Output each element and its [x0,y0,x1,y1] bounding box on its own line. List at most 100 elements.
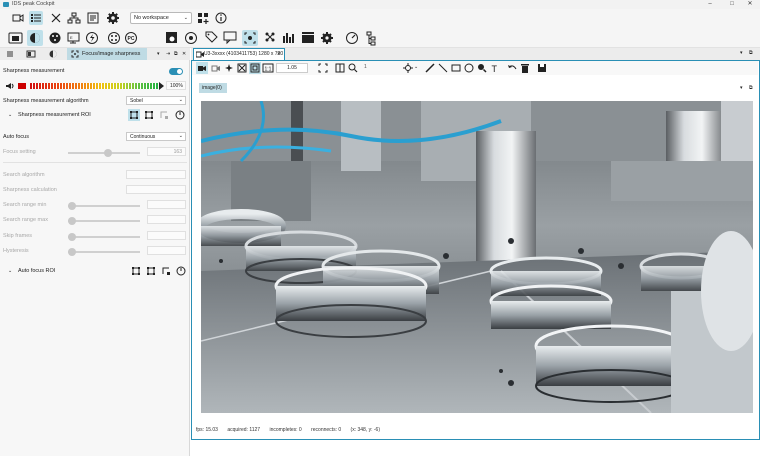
sharpness-measurement-toggle[interactable] [169,68,183,75]
search-range-min-field[interactable] [147,200,186,209]
tab-menu-icon[interactable]: ▾ [157,48,165,60]
document-icon[interactable] [86,11,100,25]
network-icon[interactable] [67,11,81,25]
close-window-button[interactable]: ✕ [740,0,760,9]
hysteresis-slider[interactable] [68,251,140,253]
trash-icon[interactable] [519,62,531,74]
fps-readout: fps: 15.03 [196,427,218,433]
sparkle-icon[interactable] [223,62,235,74]
monitor-icon[interactable]: E [67,32,80,44]
skip-frames-field[interactable] [147,231,186,240]
clapper-icon[interactable] [302,32,314,43]
tab-contrast[interactable] [48,48,58,60]
search-range-max-knob[interactable] [68,217,76,225]
skip-frames-knob[interactable] [68,233,76,241]
camera-icon[interactable] [11,11,25,25]
crosshair-icon[interactable] [402,62,414,74]
info-icon[interactable] [214,11,228,25]
video-icon[interactable] [8,32,23,44]
pc-icon[interactable]: PC [125,32,137,44]
sharpness-algorithm-select[interactable]: Sobel ⌄ [126,96,186,105]
status-bar: fps: 15.03 acquired: 1127 incompletes: 0… [196,427,756,437]
close-tab-icon[interactable]: ✕ [277,49,281,60]
tab-menu-icon[interactable]: ▾ [740,50,743,56]
af-roi-edit-icon[interactable] [145,265,157,277]
skip-frames-slider[interactable] [68,236,140,238]
focus-setting-value[interactable]: 163 [147,147,186,156]
record-icon[interactable] [210,62,222,74]
roi-reset-icon[interactable] [174,109,186,121]
pen-icon[interactable] [424,62,436,74]
minimize-button[interactable]: – [700,0,720,9]
tree-icon[interactable] [366,31,376,46]
nodes-icon[interactable] [265,32,275,42]
auto-focus-select[interactable]: Continuous ⌄ [126,132,186,141]
float-icon[interactable]: ⧉ [749,50,753,56]
maximize-button[interactable]: □ [722,0,742,9]
skip-frames-label: Skip frames [3,233,33,239]
speaker-icon[interactable] [5,82,15,90]
close-panel-icon[interactable]: ✕ [182,48,190,60]
float-icon[interactable]: ⧉ [174,48,182,60]
camera-image[interactable] [201,101,753,413]
gear-icon[interactable] [321,32,333,44]
magnify-icon[interactable] [476,62,488,74]
list-icon[interactable] [29,11,43,25]
af-roi-add-icon[interactable] [160,265,172,277]
undo-icon[interactable] [506,62,518,74]
gear-icon[interactable] [106,11,120,25]
dots-circle-icon[interactable] [108,32,120,44]
fit-window-icon[interactable] [249,62,261,74]
left-panel: Focus/image sharpness ▾ ⇥ ⧉ ✕ Sharpness … [0,48,190,456]
search-range-min-slider[interactable] [68,205,140,207]
image-tab[interactable]: image(0) [199,83,227,93]
rectangle-icon[interactable] [450,62,462,74]
search-algorithm-field[interactable] [126,170,186,179]
add-workspace-icon[interactable] [196,11,210,25]
hysteresis-field[interactable] [147,246,186,255]
gauge-icon[interactable] [346,32,358,44]
fit-box-icon[interactable] [236,62,248,74]
search-range-min-knob[interactable] [68,202,76,210]
main-toolbar: No workspace ⌄ [0,9,760,27]
chevron-down-icon[interactable]: ⌄ [414,64,418,70]
bars-icon[interactable] [283,33,294,43]
line-icon[interactable] [437,62,449,74]
close-icon[interactable] [49,11,63,25]
pin-icon[interactable]: ⇥ [166,48,174,60]
actual-size-icon[interactable]: 1:1 [262,62,274,74]
sharpness-calculation-field[interactable] [126,185,186,194]
focus-area-icon[interactable] [242,30,258,46]
focus-setting-slider-knob[interactable] [103,149,112,157]
fullscreen-icon[interactable] [317,62,329,74]
tab-camera-view[interactable]: U3-3xxxx (4103411753) 1280 x 720 ✕ [193,48,285,60]
collapse-chevron-icon[interactable]: ⌄ [8,112,12,118]
search-range-max-field[interactable] [147,215,186,224]
tab-monitor[interactable] [26,48,36,60]
af-roi-select-icon[interactable] [130,265,142,277]
tab-list[interactable] [5,48,15,60]
workspace-select[interactable]: No workspace ⌄ [130,12,192,24]
af-roi-reset-icon[interactable] [175,265,187,277]
tab-focus-image-sharpness[interactable]: Focus/image sharpness [67,48,147,60]
roi-edit-icon[interactable] [143,109,155,121]
save-icon[interactable] [536,62,548,74]
image-float-icon[interactable]: ⧉ [749,85,753,91]
live-video-icon[interactable] [196,62,208,74]
contrast-icon[interactable] [27,30,43,46]
palette-icon[interactable] [49,32,61,44]
lightning-icon[interactable] [86,32,98,44]
zoom-area-icon[interactable] [334,62,346,74]
roi-select-icon[interactable] [128,109,140,121]
zoom-icon[interactable] [347,62,359,74]
sharpness-measurement-label: Sharpness measurement [3,68,65,74]
hysteresis-knob[interactable] [68,248,76,256]
circle-icon[interactable] [463,62,475,74]
collapse-chevron-icon[interactable]: ⌄ [8,268,12,274]
image-tab-menu-icon[interactable]: ▾ [740,85,743,91]
roi-add-icon[interactable] [158,109,170,121]
search-range-max-slider[interactable] [68,220,140,222]
acquired-readout: acquired: 1127 [227,427,261,433]
zoom-input[interactable]: 1.05 [276,63,308,73]
text-icon[interactable]: T [489,62,501,74]
